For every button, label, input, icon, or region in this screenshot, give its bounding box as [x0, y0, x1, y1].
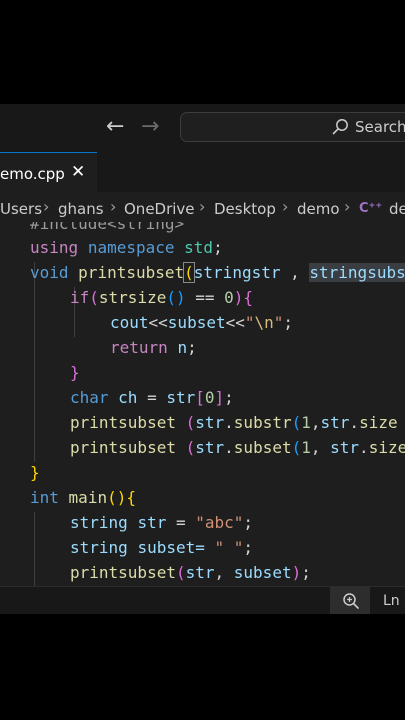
chevron-right-icon: › [110, 197, 117, 216]
code-line-1: #include<string> [30, 222, 185, 233]
forward-arrow-icon[interactable]: → [141, 114, 159, 140]
breadcrumb-item-users[interactable]: Users [0, 200, 42, 218]
editor-tab-bar: emo.cpp ✕ [0, 152, 405, 192]
code-line-13: string str = "abc"; [70, 513, 254, 532]
zoom-in-icon [343, 593, 359, 609]
tab-editor-file[interactable]: emo.cpp ✕ [0, 152, 97, 192]
back-arrow-icon[interactable]: ← [106, 114, 124, 140]
code-line-10: printsubset (str.subset(1, str.size [70, 438, 405, 457]
code-line-8: char ch = str[0]; [70, 388, 234, 407]
status-bar: Ln [0, 586, 405, 614]
code-line-12: int main(){ [30, 488, 136, 507]
breadcrumb-item-onedrive[interactable]: OneDrive [124, 200, 195, 218]
code-line-4: if(strsize() == 0){ [70, 288, 254, 307]
code-line-6: return n; [110, 338, 197, 357]
search-placeholder: Search [355, 118, 405, 136]
tab-label: emo.cpp [0, 165, 65, 183]
breadcrumb-item-file[interactable]: de [389, 200, 405, 218]
code-line-5: cout<<subset<<"\n"; [110, 313, 294, 332]
command-center-search[interactable]: Search [180, 112, 405, 142]
code-line-11: } [30, 463, 40, 482]
search-icon [332, 119, 348, 135]
code-line-3: void printsubset(stringstr , stringsubse… [30, 262, 405, 283]
breadcrumb: Users › ghans › OneDrive › Desktop › dem… [0, 192, 405, 226]
close-icon[interactable]: ✕ [71, 163, 85, 181]
chevron-right-icon: › [344, 197, 351, 216]
code-line-7: } [70, 363, 80, 382]
code-line-2: using namespace std; [30, 238, 223, 257]
indent-guide [34, 512, 35, 586]
breadcrumb-item-desktop[interactable]: Desktop [214, 200, 276, 218]
line-number-indicator[interactable]: Ln [383, 592, 400, 610]
chevron-right-icon: › [199, 197, 206, 216]
indent-guide [34, 262, 35, 462]
breadcrumb-item-demo[interactable]: demo [297, 200, 340, 218]
code-editor[interactable]: #include<string> using namespace std; vo… [0, 222, 405, 586]
chevron-right-icon: › [282, 197, 289, 216]
code-line-9: printsubset (str.substr(1,str.size [70, 413, 398, 432]
vscode-window: ← → Search emo.cpp ✕ Users › ghans › One… [0, 104, 405, 614]
breadcrumb-item-ghans[interactable]: ghans [58, 200, 104, 218]
cpp-file-icon: C⁺⁺ [359, 201, 383, 216]
zoom-button[interactable] [330, 587, 370, 614]
chevron-right-icon: › [43, 197, 50, 216]
title-bar: ← → Search [0, 104, 405, 152]
code-line-14: string subset= " "; [70, 538, 254, 557]
code-line-15: printsubset(str, subset); [70, 563, 311, 582]
